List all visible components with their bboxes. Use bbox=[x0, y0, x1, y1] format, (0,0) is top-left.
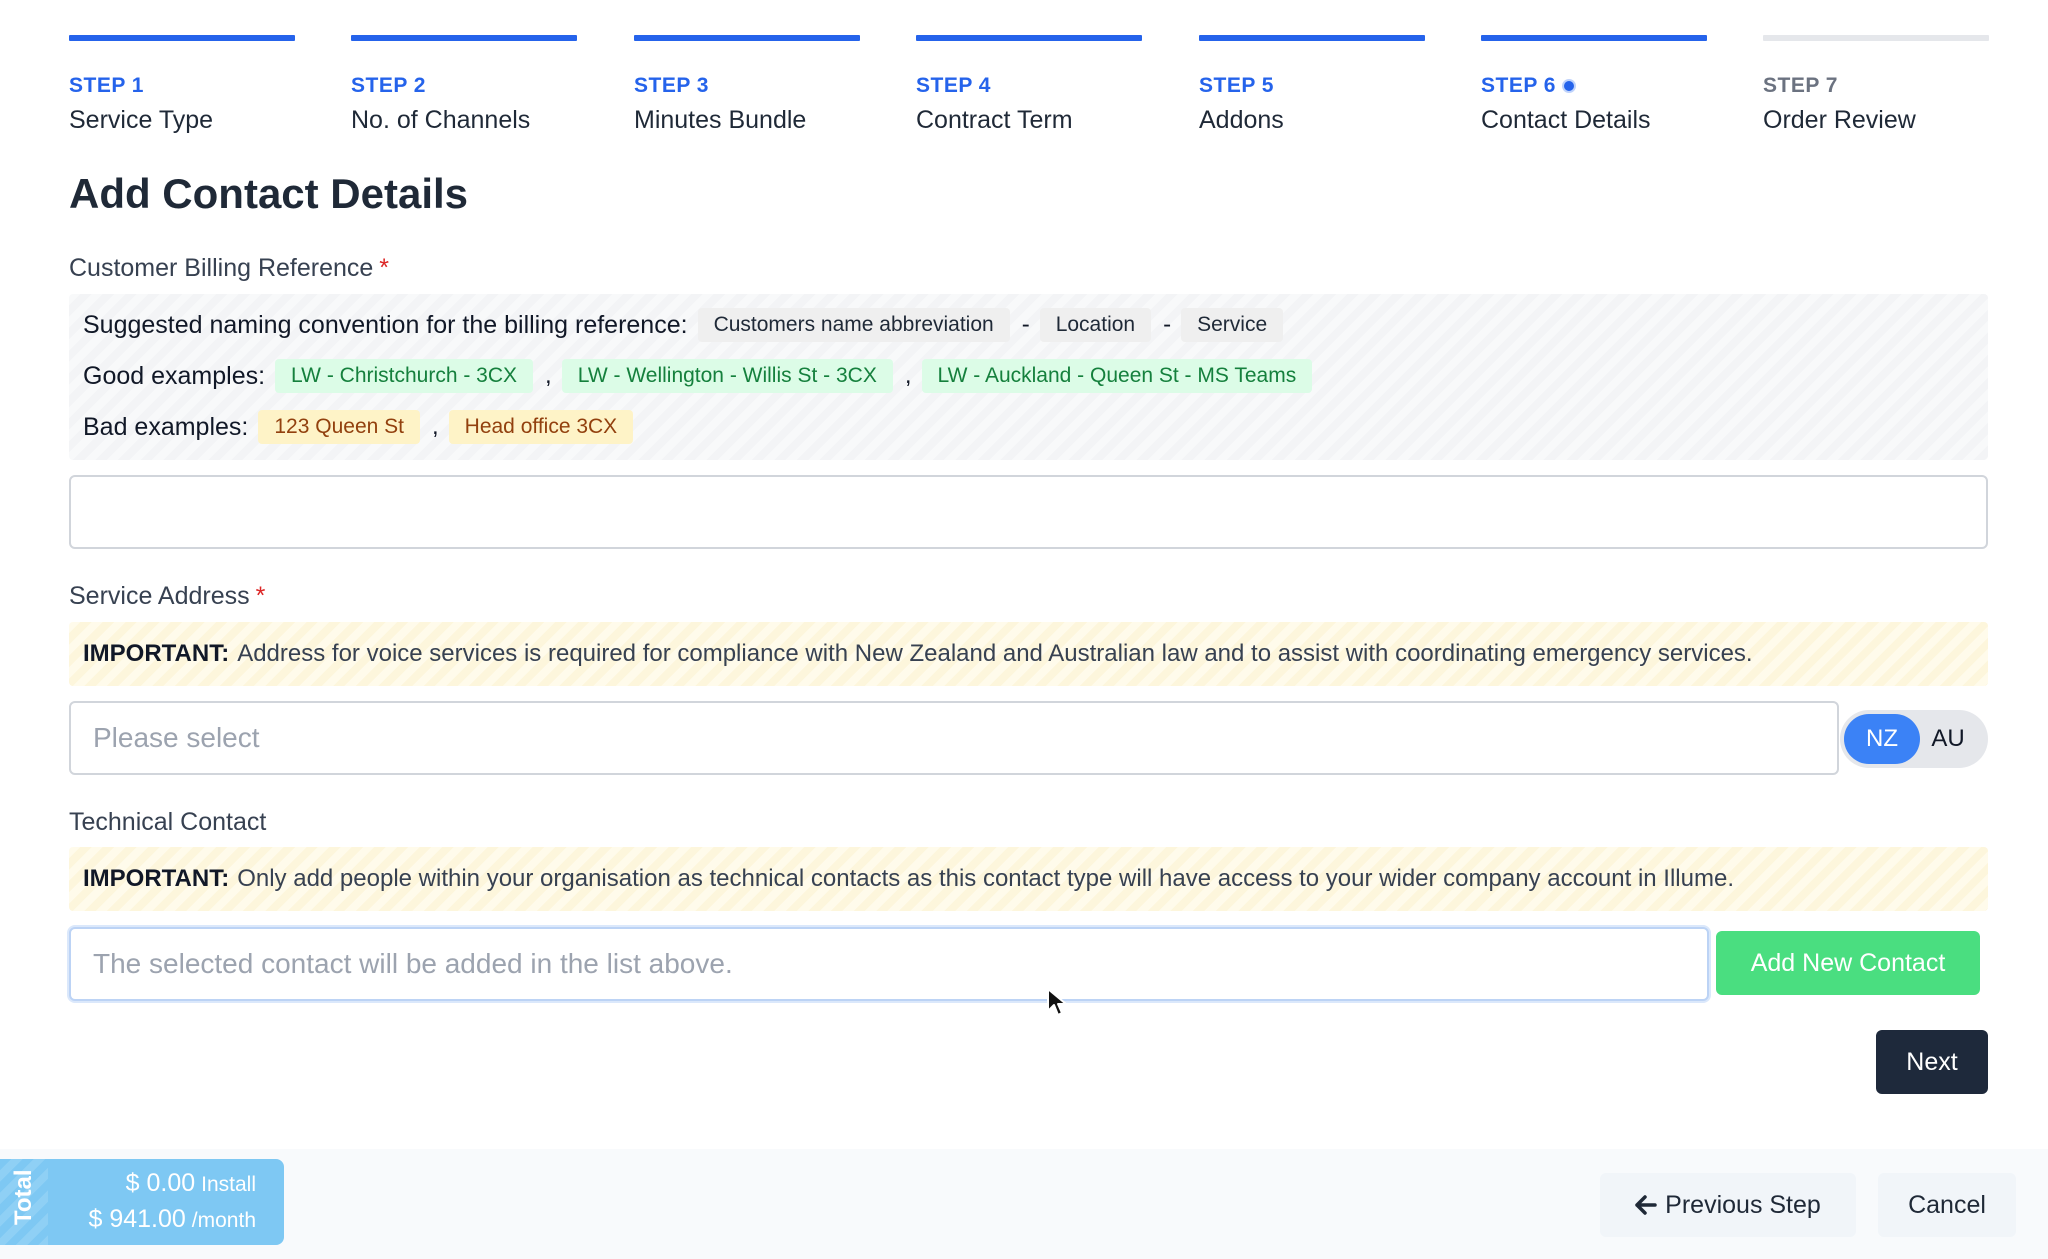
technical-contact-label: Technical Contact bbox=[69, 808, 267, 836]
address-important-notice: IMPORTANT: Address for voice services is… bbox=[69, 622, 1988, 686]
step-bar bbox=[351, 35, 577, 41]
step-title: Contact Details bbox=[1481, 106, 1651, 134]
step-contact-details[interactable]: STEP 6 Contact Details bbox=[1481, 35, 1707, 135]
step-number: STEP 4 bbox=[916, 74, 991, 97]
add-new-contact-button[interactable]: Add New Contact bbox=[1716, 931, 1980, 995]
total-tab-label: Total bbox=[10, 1169, 37, 1225]
step-number: STEP 1 bbox=[69, 74, 144, 97]
service-address-select[interactable]: Please select bbox=[69, 701, 1839, 775]
step-number: STEP 3 bbox=[634, 74, 709, 97]
technical-contact-input[interactable]: The selected contact will be added in th… bbox=[69, 927, 1709, 1001]
arrow-left-icon bbox=[1635, 1195, 1657, 1215]
convention-text: Suggested naming convention for the bill… bbox=[83, 310, 688, 339]
good-example: LW - Wellington - Willis St - 3CX bbox=[561, 359, 893, 393]
important-prefix: IMPORTANT: bbox=[83, 865, 230, 892]
step-addons[interactable]: STEP 5 Addons bbox=[1199, 35, 1425, 135]
current-step-dot-icon bbox=[1561, 79, 1576, 93]
step-number: STEP 5 bbox=[1199, 74, 1274, 97]
step-bar bbox=[69, 35, 295, 41]
monthly-total: $ 941.00/month bbox=[88, 1205, 256, 1234]
service-address-label: Service Address * bbox=[69, 582, 265, 611]
step-title: Addons bbox=[1199, 106, 1284, 134]
good-examples-row: Good examples: LW - Christchurch - 3CX ,… bbox=[83, 359, 1313, 393]
step-title: Order Review bbox=[1763, 106, 1916, 134]
monthly-amount: $ 941.00 bbox=[88, 1205, 186, 1233]
convention-part-customer: Customers name abbreviation bbox=[697, 308, 1010, 342]
bad-examples-row: Bad examples: 123 Queen St , Head office… bbox=[83, 410, 634, 444]
good-example: LW - Christchurch - 3CX bbox=[275, 359, 534, 393]
bad-example: 123 Queen St bbox=[258, 410, 420, 444]
good-examples-label: Good examples: bbox=[83, 361, 266, 390]
step-contract-term[interactable]: STEP 4 Contract Term bbox=[916, 35, 1142, 135]
step-title: Contract Term bbox=[916, 106, 1073, 134]
previous-step-button[interactable]: Previous Step bbox=[1600, 1173, 1856, 1237]
country-option-nz[interactable]: NZ bbox=[1844, 714, 1920, 764]
next-button[interactable]: Next bbox=[1876, 1030, 1988, 1094]
step-number: STEP 2 bbox=[351, 74, 426, 97]
country-option-au[interactable]: AU bbox=[1910, 714, 1986, 764]
naming-convention-hint: Suggested naming convention for the bill… bbox=[69, 294, 1988, 460]
good-example: LW - Auckland - Queen St - MS Teams bbox=[921, 359, 1313, 393]
cancel-button[interactable]: Cancel bbox=[1878, 1173, 2016, 1237]
step-bar bbox=[1763, 35, 1989, 41]
dash-separator: - bbox=[1163, 311, 1172, 338]
billing-reference-label: Customer Billing Reference * bbox=[69, 254, 389, 283]
required-mark: * bbox=[379, 254, 390, 282]
progress-stepper: STEP 1 Service Type STEP 2 No. of Channe… bbox=[69, 35, 1989, 135]
convention-part-location: Location bbox=[1039, 308, 1152, 342]
service-address-label-text: Service Address bbox=[69, 582, 250, 610]
step-service-type[interactable]: STEP 1 Service Type bbox=[69, 35, 295, 135]
monthly-unit: /month bbox=[191, 1209, 256, 1232]
required-mark: * bbox=[255, 582, 266, 610]
country-toggle[interactable]: AU NZ bbox=[1840, 710, 1988, 768]
convention-row: Suggested naming convention for the bill… bbox=[83, 308, 1284, 342]
comma-separator: , bbox=[431, 413, 439, 440]
step-number-current: STEP 6 bbox=[1481, 74, 1707, 98]
step-number: STEP 7 bbox=[1763, 74, 1838, 97]
page-title: Add Contact Details bbox=[69, 170, 469, 217]
step-no-of-channels[interactable]: STEP 2 No. of Channels bbox=[351, 35, 577, 135]
previous-step-label: Previous Step bbox=[1665, 1190, 1821, 1219]
bad-example: Head office 3CX bbox=[448, 410, 634, 444]
install-amount: $ 0.00 bbox=[125, 1169, 196, 1197]
billing-reference-input[interactable] bbox=[69, 475, 1988, 549]
step-title: No. of Channels bbox=[351, 106, 531, 134]
important-prefix: IMPORTANT: bbox=[83, 640, 230, 667]
step-title: Service Type bbox=[69, 106, 214, 134]
total-tab[interactable]: Total bbox=[0, 1159, 48, 1245]
dash-separator: - bbox=[1021, 311, 1030, 338]
step-order-review: STEP 7 Order Review bbox=[1763, 35, 1989, 135]
step-bar bbox=[1199, 35, 1425, 41]
important-text: Only add people within your organisation… bbox=[237, 865, 1734, 892]
step-bar bbox=[916, 35, 1142, 41]
technical-important-notice: IMPORTANT: Only add people within your o… bbox=[69, 847, 1988, 911]
step-bar bbox=[634, 35, 860, 41]
install-unit: Install bbox=[201, 1173, 256, 1196]
step-title: Minutes Bundle bbox=[634, 106, 807, 134]
billing-reference-label-text: Customer Billing Reference bbox=[69, 254, 374, 282]
bad-examples-label: Bad examples: bbox=[83, 412, 249, 441]
mouse-cursor-icon bbox=[1047, 988, 1067, 1016]
step-minutes-bundle[interactable]: STEP 3 Minutes Bundle bbox=[634, 35, 860, 135]
convention-part-service: Service bbox=[1181, 308, 1284, 342]
total-summary[interactable]: Total $ 0.00 Install $ 941.00/month bbox=[0, 1159, 284, 1245]
important-text: Address for voice services is required f… bbox=[237, 640, 1753, 667]
step-bar bbox=[1481, 35, 1707, 41]
install-total: $ 0.00 Install bbox=[126, 1169, 256, 1198]
comma-separator: , bbox=[904, 362, 912, 389]
step-number-text: STEP 6 bbox=[1481, 74, 1556, 97]
comma-separator: , bbox=[545, 362, 552, 389]
